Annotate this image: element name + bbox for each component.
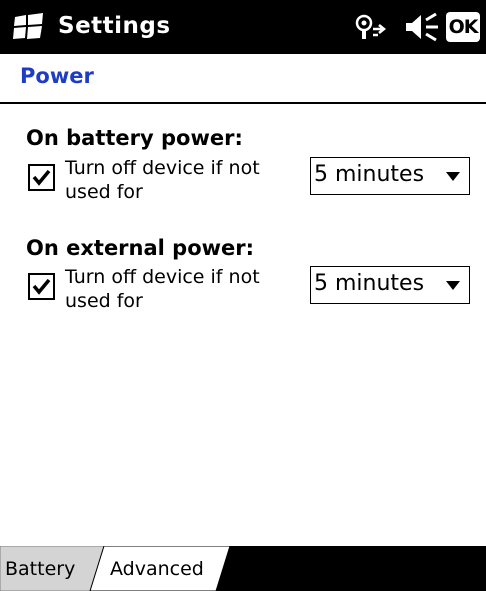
ok-button[interactable]: OK: [446, 12, 480, 42]
chevron-down-icon: [446, 172, 460, 181]
windows-start-icon[interactable]: [12, 13, 46, 41]
app-title: Settings: [58, 13, 171, 39]
external-turn-off-checkbox[interactable]: [28, 273, 55, 300]
battery-timeout-value: 5 minutes: [314, 162, 425, 187]
title-bar: Settings OK: [0, 0, 486, 54]
battery-turn-off-label: Turn off device if not used for: [65, 157, 260, 203]
page-title: Power: [20, 64, 94, 88]
volume-icon[interactable]: [402, 12, 440, 42]
tab-battery-label: Battery: [5, 558, 76, 580]
battery-turn-off-checkbox[interactable]: [28, 164, 55, 191]
battery-timeout-dropdown[interactable]: 5 minutes: [310, 157, 470, 195]
external-power-heading: On external power:: [26, 236, 255, 260]
tab-advanced-label: Advanced: [110, 558, 204, 580]
tab-battery[interactable]: Battery: [0, 546, 100, 591]
page-header: Power: [0, 54, 486, 104]
tab-advanced[interactable]: Advanced: [100, 546, 218, 591]
external-timeout-value: 5 minutes: [314, 271, 425, 296]
checkmark-icon: [32, 169, 51, 186]
chevron-down-icon: [446, 281, 460, 290]
external-turn-off-label: Turn off device if not used for: [65, 266, 260, 312]
connectivity-icon[interactable]: [353, 13, 393, 41]
external-timeout-dropdown[interactable]: 5 minutes: [310, 266, 470, 304]
checkmark-icon: [32, 278, 51, 295]
battery-power-heading: On battery power:: [26, 126, 243, 150]
